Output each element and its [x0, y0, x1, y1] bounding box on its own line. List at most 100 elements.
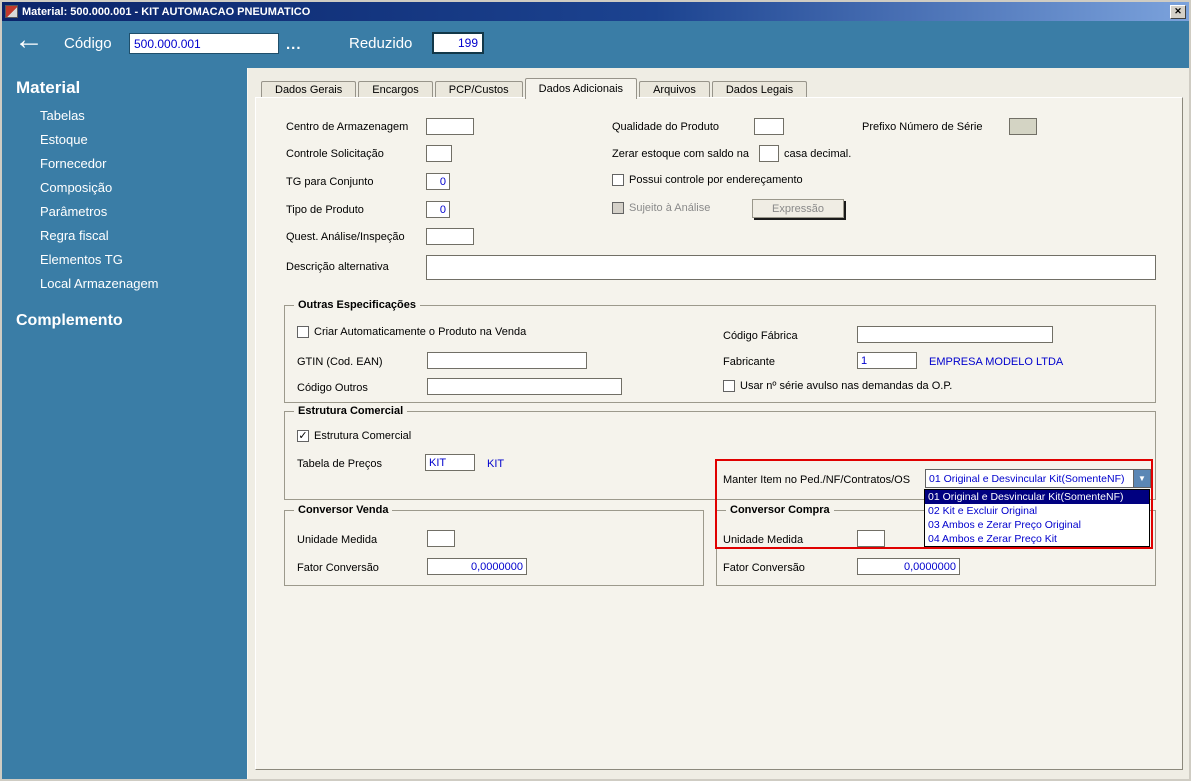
tabela-precos-input[interactable]	[425, 454, 475, 471]
tab-dados-adicionais[interactable]: Dados Adicionais	[524, 78, 638, 99]
estrutura-comercial-group: Estrutura Comercial ✓ Estrutura Comercia…	[284, 405, 1156, 500]
fabricante-label: Fabricante	[723, 356, 775, 368]
sujeito-analise-label: Sujeito à Análise	[629, 202, 711, 214]
codigo-fabrica-input[interactable]	[857, 326, 1053, 343]
compra-unidade-label: Unidade Medida	[723, 534, 804, 546]
tg-conjunto-label: TG para Conjunto	[286, 176, 374, 188]
manter-item-combobox[interactable]: 01 Original e Desvincular Kit(SomenteNF)…	[925, 469, 1151, 488]
outras-especificacoes-title: Outras Especificações	[294, 299, 421, 311]
controle-solicitacao-label: Controle Solicitação	[286, 148, 384, 160]
titlebar: Material: 500.000.001 - KIT AUTOMACAO PN…	[2, 2, 1189, 21]
manter-item-dropdown-list: 01 Original e Desvincular Kit(SomenteNF)…	[924, 489, 1150, 547]
criar-automaticamente-checkbox[interactable]: Criar Automaticamente o Produto na Venda	[297, 326, 526, 338]
tab-page-dados-adicionais: Centro de Armazenagem Qualidade do Produ…	[255, 97, 1183, 770]
codigo-label: Código	[64, 35, 112, 52]
usar-serie-avulso-label: Usar nº série avulso nas demandas da O.P…	[740, 380, 953, 392]
quest-analise-input[interactable]	[426, 228, 474, 245]
possui-controle-checkbox[interactable]: Possui controle por endereçamento	[612, 174, 803, 186]
tabela-precos-desc-text: KIT	[487, 458, 505, 470]
sidebar-item-estoque[interactable]: Estoque	[40, 132, 88, 147]
expressao-button[interactable]: Expressão	[752, 199, 844, 218]
prefixo-serie-input	[1009, 118, 1037, 135]
checkbox-box	[612, 202, 624, 214]
sidebar-item-fornecedor[interactable]: Fornecedor	[40, 156, 106, 171]
tipo-produto-label: Tipo de Produto	[286, 204, 364, 216]
compra-fator-input[interactable]	[857, 558, 960, 575]
prefixo-serie-label: Prefixo Número de Série	[862, 121, 983, 133]
sidebar-section-material[interactable]: Material	[16, 78, 80, 98]
dropdown-arrow-glyph: ▼	[1138, 474, 1146, 483]
dropdown-option-03[interactable]: 03 Ambos e Zerar Preço Original	[925, 518, 1149, 532]
sidebar-item-regra-fiscal[interactable]: Regra fiscal	[40, 228, 109, 243]
quest-analise-label: Quest. Análise/Inspeção	[286, 231, 405, 243]
outras-especificacoes-group: Outras Especificações Criar Automaticame…	[284, 299, 1156, 403]
venda-fator-input[interactable]	[427, 558, 527, 575]
close-icon[interactable]: ✕	[1170, 4, 1186, 19]
tipo-produto-input[interactable]	[426, 201, 450, 218]
compra-fator-label: Fator Conversão	[723, 562, 805, 574]
compra-unidade-input[interactable]	[857, 530, 885, 547]
codigo-input[interactable]	[129, 33, 279, 54]
sidebar-section-complemento[interactable]: Complemento	[16, 312, 123, 330]
tabela-precos-label: Tabela de Preços	[297, 458, 382, 470]
sidebar-item-elementos-tg[interactable]: Elementos TG	[40, 252, 123, 267]
chevron-down-icon[interactable]: ▼	[1133, 470, 1150, 487]
descricao-alternativa-input[interactable]	[426, 255, 1156, 280]
checkbox-box	[612, 174, 624, 186]
estrutura-comercial-label: Estrutura Comercial	[314, 430, 412, 442]
conversor-venda-group: Conversor Venda Unidade Medida Fator Con…	[284, 504, 704, 586]
qualidade-produto-input[interactable]	[754, 118, 784, 135]
dropdown-option-04[interactable]: 04 Ambos e Zerar Preço Kit	[925, 532, 1149, 546]
checkbox-box: ✓	[297, 430, 309, 442]
tab-strip: Dados Gerais Encargos PCP/Custos Dados A…	[261, 78, 809, 99]
venda-unidade-label: Unidade Medida	[297, 534, 378, 546]
manter-item-value: 01 Original e Desvincular Kit(SomenteNF)	[929, 472, 1125, 485]
centro-armazenagem-input[interactable]	[426, 118, 474, 135]
estrutura-comercial-checkbox[interactable]: ✓ Estrutura Comercial	[297, 430, 411, 442]
codigo-outros-label: Código Outros	[297, 382, 368, 394]
venda-fator-label: Fator Conversão	[297, 562, 379, 574]
sujeito-analise-checkbox: Sujeito à Análise	[612, 202, 710, 214]
dropdown-option-02[interactable]: 02 Kit e Excluir Original	[925, 504, 1149, 518]
sidebar-item-local-armazenagem[interactable]: Local Armazenagem	[40, 276, 159, 291]
codigo-fabrica-label: Código Fábrica	[723, 330, 798, 342]
browse-button[interactable]: ...	[286, 36, 302, 53]
controle-solicitacao-input[interactable]	[426, 145, 452, 162]
reduzido-input[interactable]	[432, 32, 484, 54]
usar-serie-avulso-checkbox[interactable]: Usar nº série avulso nas demandas da O.P…	[723, 380, 952, 392]
fabricante-name-text: EMPRESA MODELO LTDA	[929, 356, 1064, 368]
reduzido-label: Reduzido	[349, 35, 413, 52]
centro-armazenagem-label: Centro de Armazenagem	[286, 121, 409, 133]
check-icon: ✓	[298, 430, 308, 442]
main-area: Dados Gerais Encargos PCP/Custos Dados A…	[247, 68, 1189, 779]
venda-unidade-input[interactable]	[427, 530, 455, 547]
sidebar: Material Tabelas Estoque Fornecedor Comp…	[2, 68, 247, 779]
tg-conjunto-input[interactable]	[426, 173, 450, 190]
header-bar: ← Código ... Reduzido	[2, 21, 1189, 68]
conversor-venda-title: Conversor Venda	[294, 504, 393, 516]
casa-decimal-label: casa decimal.	[784, 148, 852, 160]
sidebar-item-parametros[interactable]: Parâmetros	[40, 204, 107, 219]
fabricante-input[interactable]	[857, 352, 917, 369]
gtin-label: GTIN (Cod. EAN)	[297, 356, 383, 368]
checkbox-box	[723, 380, 735, 392]
sidebar-item-tabelas[interactable]: Tabelas	[40, 108, 85, 123]
estrutura-comercial-title: Estrutura Comercial	[294, 405, 408, 417]
app-icon	[5, 5, 18, 18]
descricao-alternativa-label: Descrição alternativa	[286, 261, 389, 273]
manter-item-label: Manter Item no Ped./NF/Contratos/OS	[723, 474, 911, 486]
dropdown-option-01[interactable]: 01 Original e Desvincular Kit(SomenteNF)	[925, 490, 1149, 504]
back-button[interactable]: ←	[14, 23, 44, 57]
possui-controle-label: Possui controle por endereçamento	[629, 174, 803, 186]
checkbox-box	[297, 326, 309, 338]
sidebar-item-composicao[interactable]: Composição	[40, 180, 112, 195]
codigo-outros-input[interactable]	[427, 378, 622, 395]
gtin-input[interactable]	[427, 352, 587, 369]
zerar-estoque-input[interactable]	[759, 145, 779, 162]
window-title: Material: 500.000.001 - KIT AUTOMACAO PN…	[22, 5, 311, 18]
material-window: Material: 500.000.001 - KIT AUTOMACAO PN…	[0, 0, 1191, 781]
qualidade-produto-label: Qualidade do Produto	[612, 121, 720, 133]
conversor-compra-title: Conversor Compra	[726, 504, 834, 516]
criar-automaticamente-label: Criar Automaticamente o Produto na Venda	[314, 326, 527, 338]
zerar-estoque-label: Zerar estoque com saldo na	[612, 148, 749, 160]
